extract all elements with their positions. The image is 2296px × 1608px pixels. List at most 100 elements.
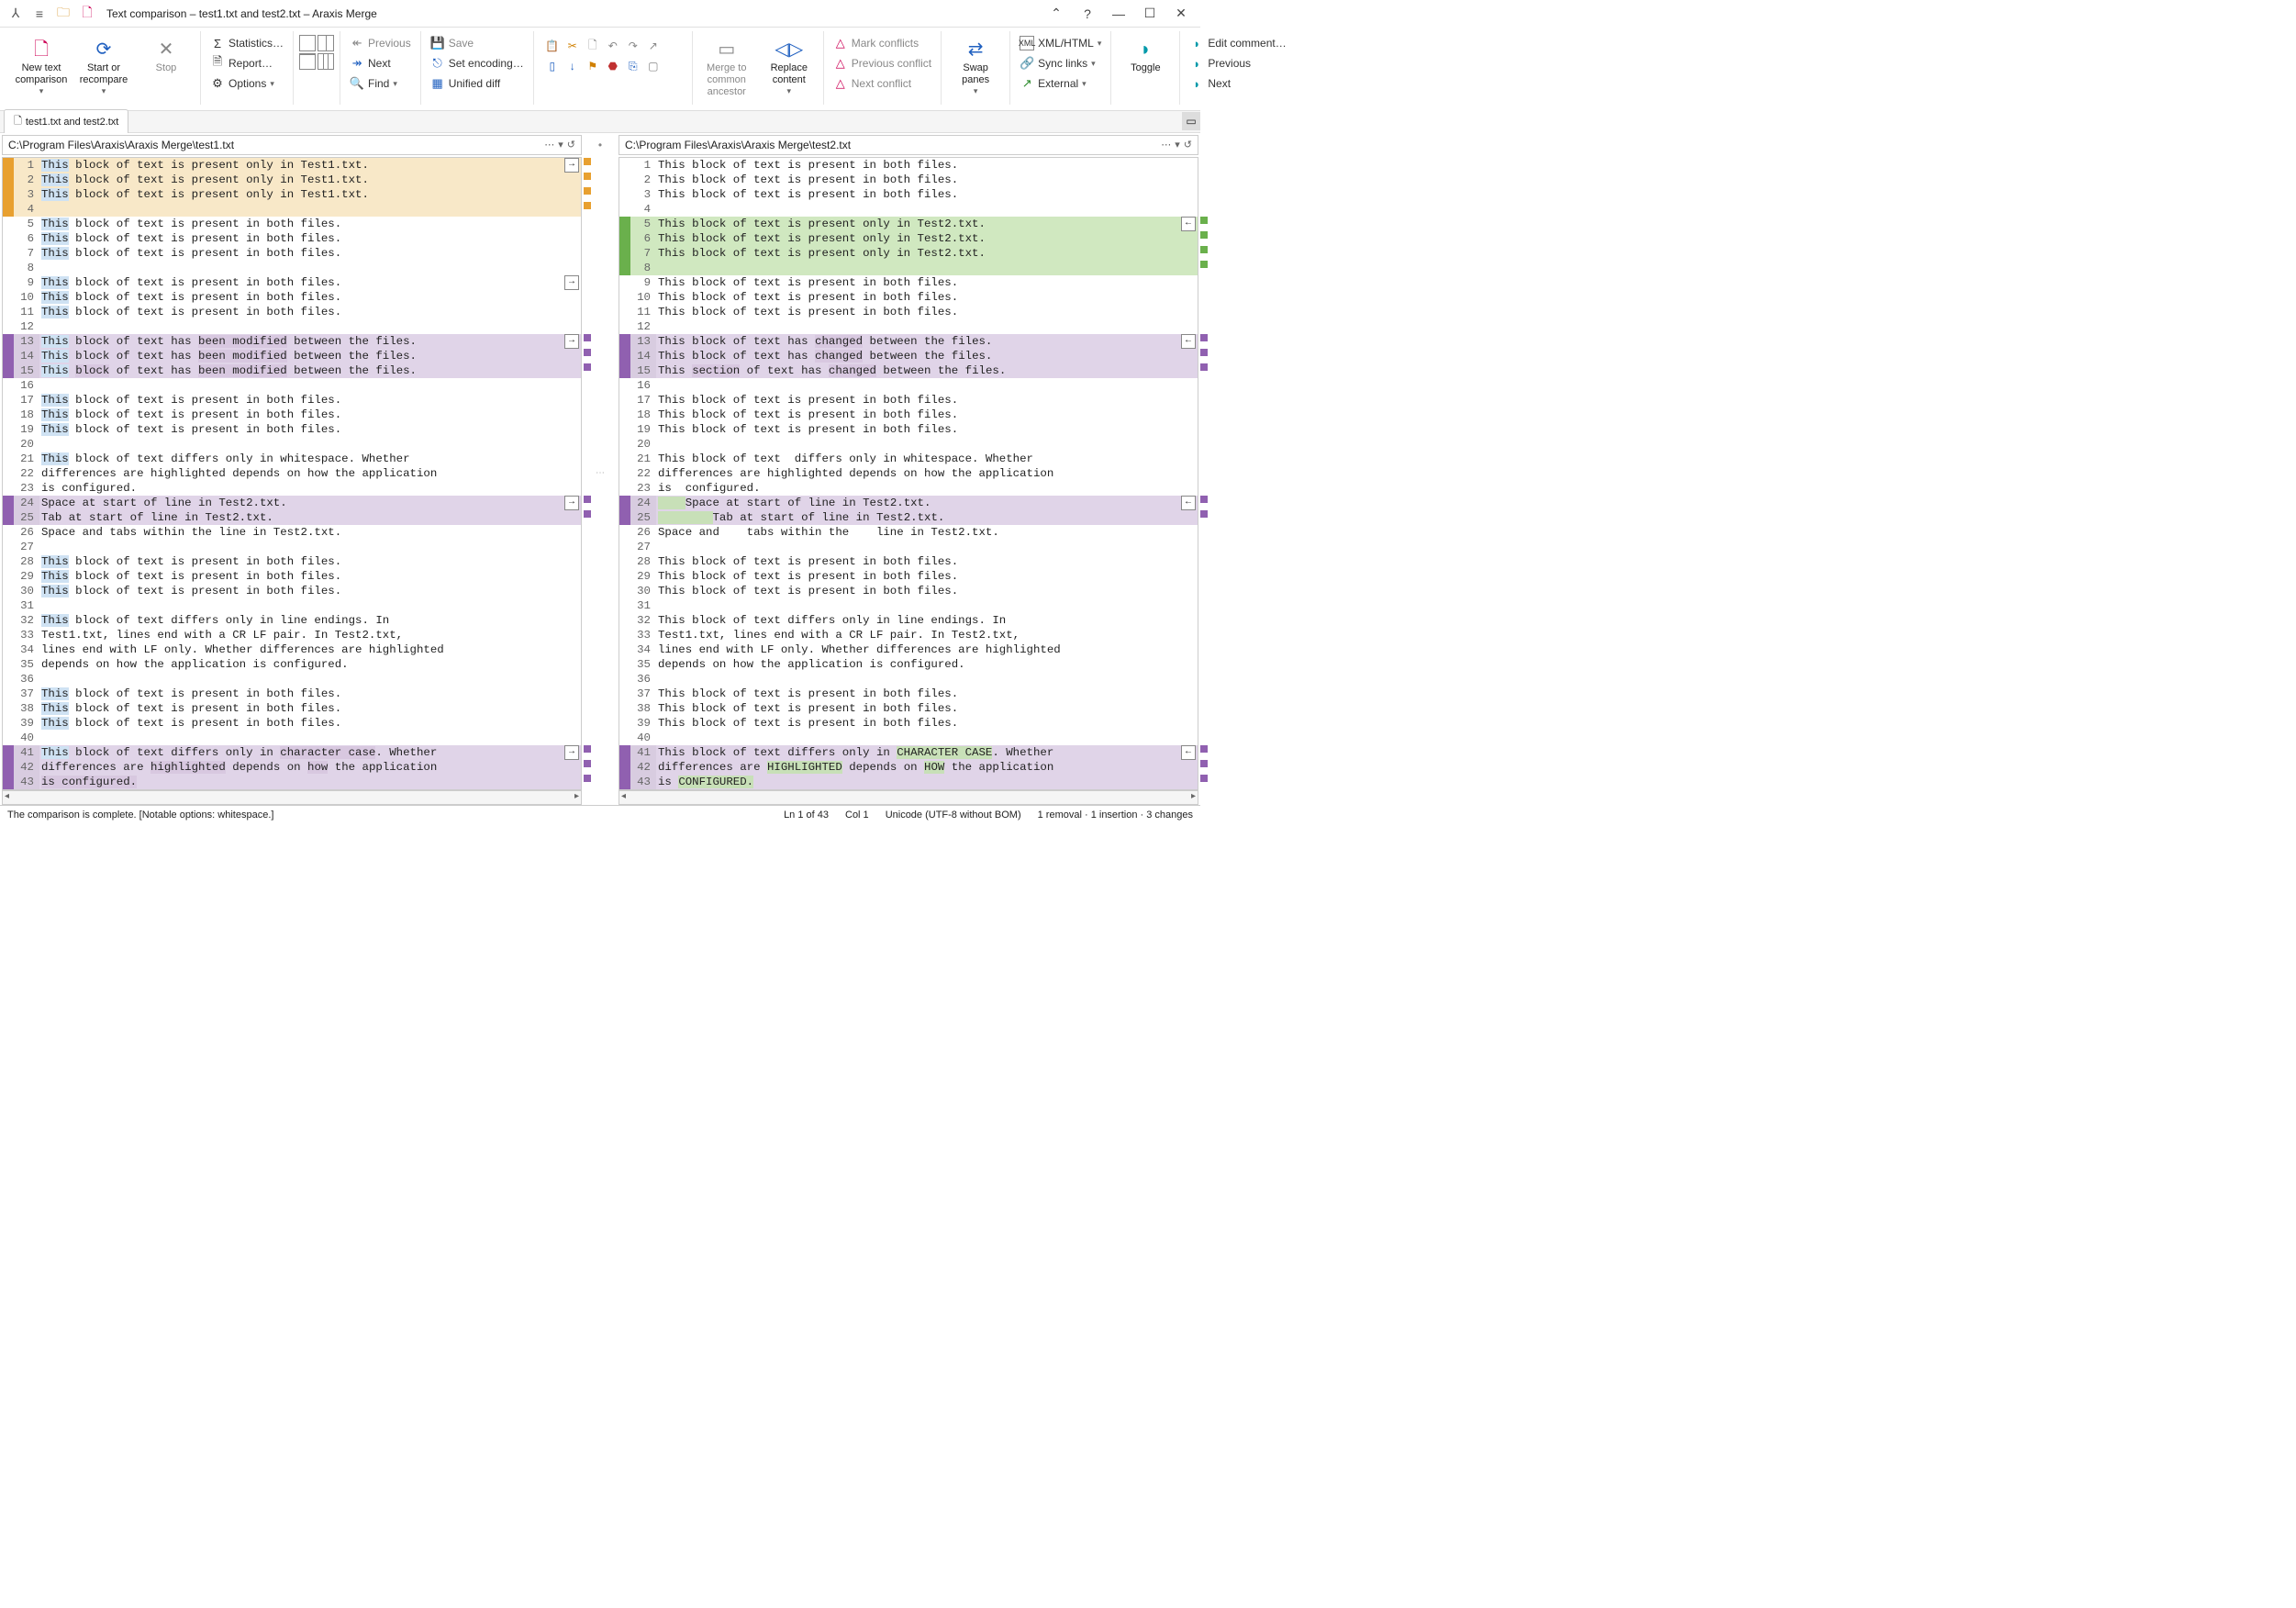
code-text[interactable] bbox=[656, 540, 1198, 554]
overview-mark[interactable] bbox=[584, 158, 591, 165]
code-line[interactable]: 5This block of text is present in both f… bbox=[3, 217, 581, 231]
code-line[interactable]: 40 bbox=[3, 731, 581, 745]
code-text[interactable]: This block of text is present only in Te… bbox=[39, 173, 581, 187]
code-text[interactable]: Space at start of line in Test2.txt.→ bbox=[39, 496, 581, 510]
code-text[interactable]: differences are highlighted depends on h… bbox=[656, 466, 1198, 481]
code-line[interactable]: 10This block of text is present in both … bbox=[3, 290, 581, 305]
code-text[interactable]: This block of text is present in both fi… bbox=[656, 701, 1198, 716]
code-text[interactable]: This block of text is present in both fi… bbox=[39, 687, 581, 701]
code-text[interactable]: This block of text is present in both fi… bbox=[39, 305, 581, 319]
code-text[interactable]: This block of text is present in both fi… bbox=[39, 246, 581, 261]
code-text[interactable]: This block of text is present only in Te… bbox=[39, 158, 581, 173]
code-text[interactable]: This block of text is present in both fi… bbox=[656, 584, 1198, 598]
start-recompare-button[interactable]: ⟳Start or recompare bbox=[75, 33, 132, 100]
code-text[interactable] bbox=[39, 378, 581, 393]
code-text[interactable]: This block of text is present in both fi… bbox=[39, 422, 581, 437]
code-text[interactable] bbox=[656, 731, 1198, 745]
overview-mark[interactable] bbox=[584, 775, 591, 782]
code-line[interactable]: 22differences are highlighted depends on… bbox=[3, 466, 581, 481]
code-line[interactable]: 41This block of text differs only in CHA… bbox=[619, 745, 1198, 760]
code-line[interactable]: 3This block of text is present in both f… bbox=[619, 187, 1198, 202]
code-text[interactable]: This block of text differs only in white… bbox=[39, 452, 581, 466]
edit-comment-button[interactable]: ◗Edit comment… bbox=[1186, 33, 1289, 53]
collapse-ribbon-icon[interactable]: ⌃ bbox=[1041, 2, 1072, 26]
code-line[interactable]: 25 Tab at start of line in Test2.txt. bbox=[619, 510, 1198, 525]
overview-mark[interactable] bbox=[584, 745, 591, 753]
code-line[interactable]: 15This block of text has been modified b… bbox=[3, 363, 581, 378]
code-text[interactable] bbox=[656, 378, 1198, 393]
tab-overflow-button[interactable]: ▭ bbox=[1182, 112, 1200, 130]
code-line[interactable]: 32This block of text differs only in lin… bbox=[3, 613, 581, 628]
code-line[interactable]: 35depends on how the application is conf… bbox=[3, 657, 581, 672]
merge-arrow-right-icon[interactable]: → bbox=[564, 334, 579, 349]
code-text[interactable]: This block of text is present in both fi… bbox=[656, 290, 1198, 305]
code-line[interactable]: 33Test1.txt, lines end with a CR LF pair… bbox=[3, 628, 581, 642]
code-line[interactable]: 43is configured. bbox=[3, 775, 581, 789]
code-text[interactable]: This block of text is present only in Te… bbox=[39, 187, 581, 202]
code-text[interactable] bbox=[39, 261, 581, 275]
code-text[interactable] bbox=[39, 437, 581, 452]
code-line[interactable]: 40 bbox=[619, 731, 1198, 745]
code-line[interactable]: 36 bbox=[619, 672, 1198, 687]
code-text[interactable]: differences are highlighted depends on h… bbox=[39, 760, 581, 775]
code-text[interactable]: This block of text differs only in chara… bbox=[39, 745, 581, 760]
code-line[interactable]: 2This block of text is present only in T… bbox=[3, 173, 581, 187]
code-line[interactable]: 42differences are highlighted depends on… bbox=[3, 760, 581, 775]
code-text[interactable]: This block of text is present in both fi… bbox=[39, 408, 581, 422]
code-line[interactable]: 24Space at start of line in Test2.txt.→ bbox=[3, 496, 581, 510]
code-line[interactable]: 7This block of text is present in both f… bbox=[3, 246, 581, 261]
code-line[interactable]: 8 bbox=[619, 261, 1198, 275]
code-text[interactable]: This block of text differs only in CHARA… bbox=[656, 745, 1198, 760]
code-line[interactable]: 37This block of text is present in both … bbox=[3, 687, 581, 701]
code-text[interactable]: This block of text is present in both fi… bbox=[39, 569, 581, 584]
code-line[interactable]: 41This block of text differs only in cha… bbox=[3, 745, 581, 760]
overview-mark[interactable] bbox=[1200, 246, 1208, 253]
code-line[interactable]: 34lines end with LF only. Whether differ… bbox=[619, 642, 1198, 657]
previous-comment-button[interactable]: ◗Previous bbox=[1186, 53, 1289, 73]
code-line[interactable]: 16 bbox=[619, 378, 1198, 393]
code-line[interactable]: 26Space and tabs within the line in Test… bbox=[3, 525, 581, 540]
code-text[interactable]: This block of text is present in both fi… bbox=[656, 569, 1198, 584]
code-line[interactable]: 17This block of text is present in both … bbox=[619, 393, 1198, 408]
code-line[interactable]: 20 bbox=[619, 437, 1198, 452]
code-text[interactable] bbox=[656, 437, 1198, 452]
code-line[interactable]: 6This block of text is present only in T… bbox=[619, 231, 1198, 246]
close-button[interactable]: ✕ bbox=[1165, 2, 1197, 26]
code-line[interactable]: 1This block of text is present in both f… bbox=[619, 158, 1198, 173]
code-text[interactable]: depends on how the application is config… bbox=[39, 657, 581, 672]
code-text[interactable]: differences are HIGHLIGHTED depends on H… bbox=[656, 760, 1198, 775]
code-text[interactable]: This block of text is present in both fi… bbox=[656, 408, 1198, 422]
code-line[interactable]: 21This block of text differs only in whi… bbox=[3, 452, 581, 466]
left-file-path[interactable]: C:\Program Files\Araxis\Araxis Merge\tes… bbox=[2, 135, 582, 155]
sync-links-button[interactable]: 🔗Sync links bbox=[1016, 53, 1105, 73]
code-line[interactable]: 22differences are highlighted depends on… bbox=[619, 466, 1198, 481]
code-text[interactable]: This block of text is present in both fi… bbox=[656, 422, 1198, 437]
code-line[interactable]: 13This block of text has been modified b… bbox=[3, 334, 581, 349]
code-line[interactable]: 37This block of text is present in both … bbox=[619, 687, 1198, 701]
code-text[interactable]: This block of text differs only in line … bbox=[656, 613, 1198, 628]
merge-arrow-left-icon[interactable]: ← bbox=[1181, 217, 1196, 231]
options-button[interactable]: ⚙Options bbox=[206, 73, 287, 94]
code-text[interactable]: This block of text is present in both fi… bbox=[39, 290, 581, 305]
replace-content-button[interactable]: ◁▷Replace content bbox=[761, 33, 818, 100]
code-line[interactable]: 38This block of text is present in both … bbox=[3, 701, 581, 716]
code-text[interactable]: This block of text is present only in Te… bbox=[656, 231, 1198, 246]
code-text[interactable]: This block of text has been modified bet… bbox=[39, 334, 581, 349]
code-line[interactable]: 9This block of text is present in both f… bbox=[3, 275, 581, 290]
code-line[interactable]: 36 bbox=[3, 672, 581, 687]
code-line[interactable]: 34lines end with LF only. Whether differ… bbox=[3, 642, 581, 657]
code-text[interactable]: This block of text differs only in white… bbox=[656, 452, 1198, 466]
code-text[interactable]: This block of text has been modified bet… bbox=[39, 349, 581, 363]
code-line[interactable]: 27 bbox=[3, 540, 581, 554]
code-text[interactable]: This block of text is present in both fi… bbox=[656, 187, 1198, 202]
code-line[interactable]: 30This block of text is present in both … bbox=[3, 584, 581, 598]
code-line[interactable]: 29This block of text is present in both … bbox=[619, 569, 1198, 584]
code-text[interactable]: This block of text is present in both fi… bbox=[39, 716, 581, 731]
code-text[interactable]: This block of text is present in both fi… bbox=[39, 554, 581, 569]
code-line[interactable]: 14This block of text has been modified b… bbox=[3, 349, 581, 363]
document-tab[interactable]: 🗋test1.txt and test2.txt bbox=[4, 109, 128, 133]
code-text[interactable]: This block of text is present in both fi… bbox=[39, 275, 581, 290]
code-text[interactable]: lines end with LF only. Whether differen… bbox=[656, 642, 1198, 657]
code-text[interactable]: This block of text has changed between t… bbox=[656, 349, 1198, 363]
overview-mark[interactable] bbox=[1200, 363, 1208, 371]
